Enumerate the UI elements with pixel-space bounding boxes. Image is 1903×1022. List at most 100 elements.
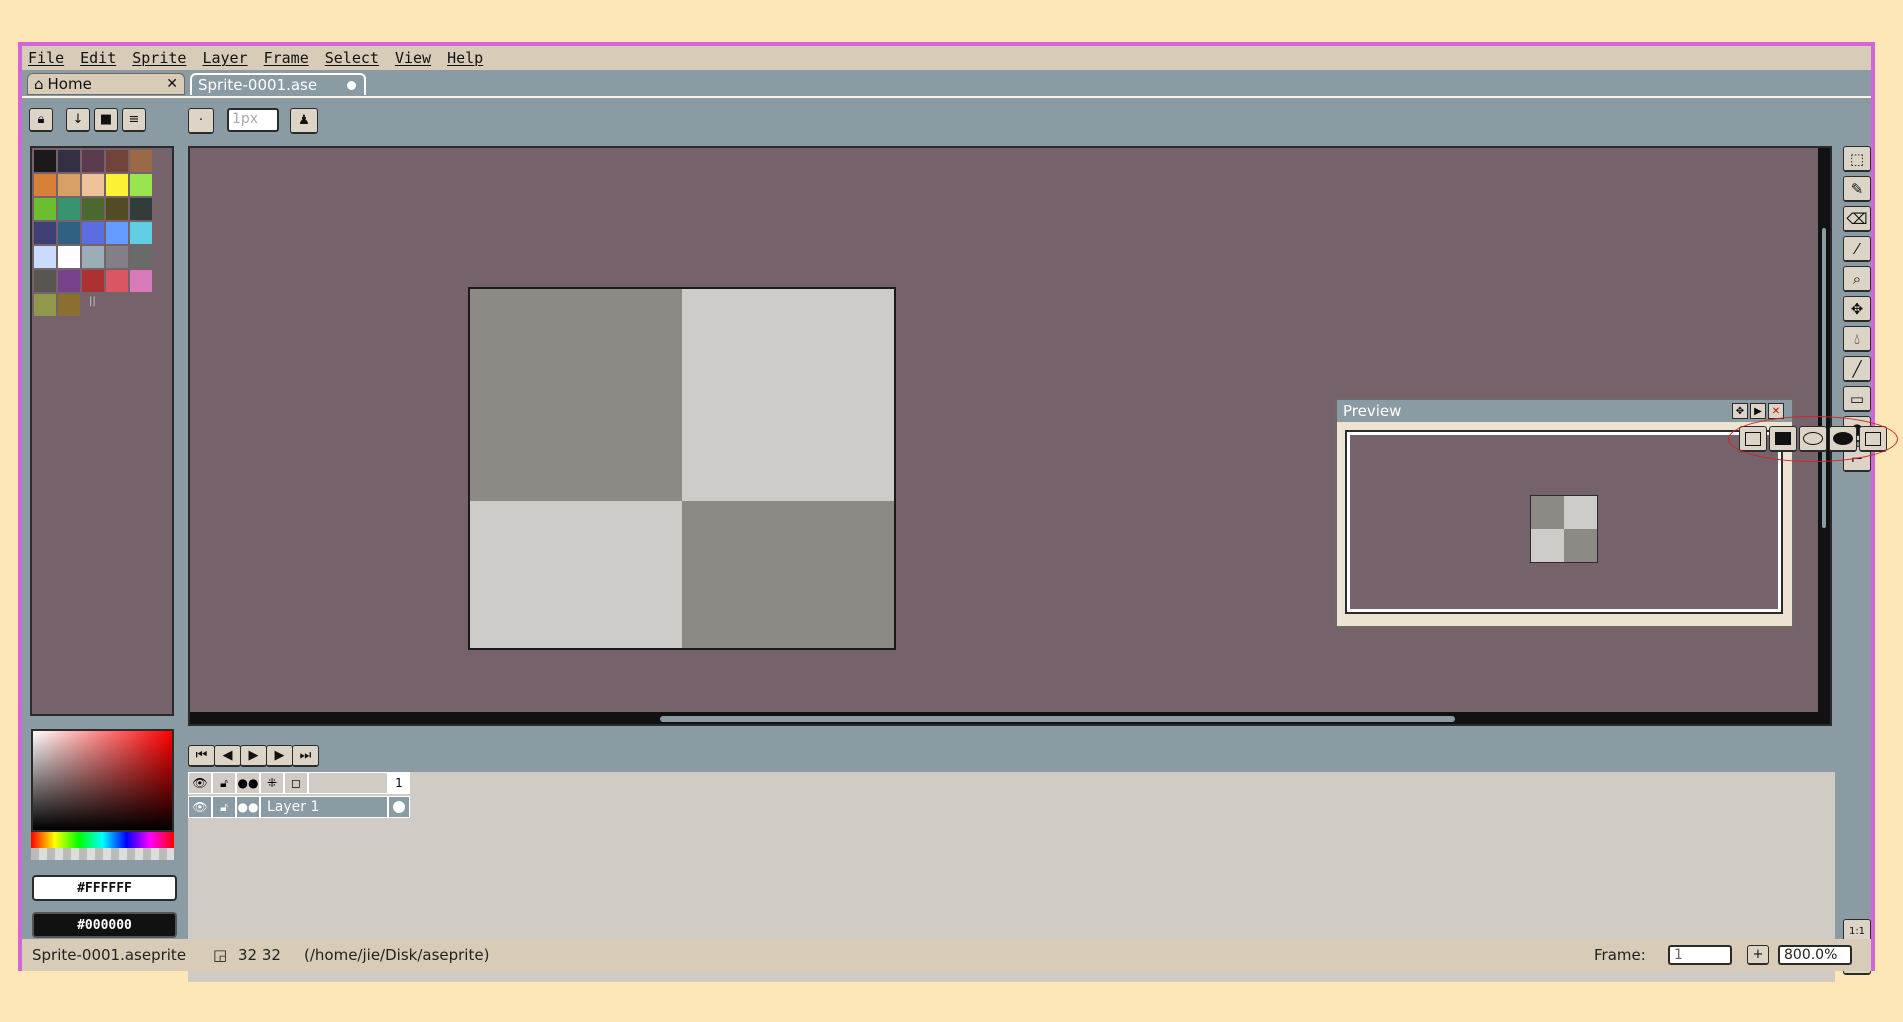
menu-view[interactable]: View: [395, 49, 431, 67]
palette-presets-button[interactable]: ■: [94, 108, 118, 132]
stroke-ellipse-button[interactable]: [1799, 426, 1827, 452]
menu-layer[interactable]: Layer: [202, 49, 247, 67]
ink-button[interactable]: ♟: [290, 108, 318, 134]
menu-frame[interactable]: Frame: [264, 49, 309, 67]
palette-swatch[interactable]: [82, 150, 104, 172]
palette-swatch[interactable]: [82, 270, 104, 292]
preview-close-button[interactable]: ✕: [1768, 403, 1784, 419]
ellipse-outline-icon: [1803, 432, 1823, 445]
brush-size-field[interactable]: 1px: [227, 108, 279, 132]
lock-palette-button[interactable]: 🔒︎: [29, 108, 53, 132]
play-button[interactable]: ▶: [240, 745, 267, 767]
tab-sprite[interactable]: Sprite-0001.ase: [190, 73, 366, 95]
onion-skin-header[interactable]: ⁜: [260, 772, 284, 794]
horizontal-scrollbar[interactable]: [190, 712, 1830, 724]
pencil-tool-button[interactable]: ✎: [1843, 176, 1871, 202]
palette-swatch[interactable]: [82, 222, 104, 244]
frame-header[interactable]: 1: [388, 772, 410, 794]
preview-center-button[interactable]: ✥: [1732, 403, 1748, 419]
zoom-tool-button[interactable]: ⌕: [1843, 266, 1871, 292]
palette-swatch[interactable]: [82, 174, 104, 196]
move-tool-button[interactable]: ✥: [1843, 296, 1871, 322]
alpha-bar[interactable]: [31, 848, 174, 860]
palette-swatch[interactable]: [58, 198, 80, 220]
color-picker[interactable]: [31, 729, 174, 832]
palette-swatch[interactable]: [58, 270, 80, 292]
fill-ellipse-button[interactable]: [1829, 426, 1857, 452]
layer-options-header[interactable]: ◻: [284, 772, 308, 794]
rectangle-tool-button[interactable]: ▭: [1843, 386, 1871, 412]
sprite-canvas[interactable]: [468, 287, 896, 650]
palette-swatch[interactable]: [130, 270, 152, 292]
palette-swatch[interactable]: [34, 294, 56, 316]
marquee-tool-button[interactable]: ⬚: [1843, 146, 1871, 172]
cel-frame-1[interactable]: [388, 796, 410, 818]
palette-swatch[interactable]: [58, 150, 80, 172]
palette-swatch[interactable]: [130, 150, 152, 172]
palette-swatch[interactable]: [130, 198, 152, 220]
palette-swatch[interactable]: [34, 174, 56, 196]
line-tool-button[interactable]: ╱: [1843, 356, 1871, 382]
layer-lock[interactable]: 🔓︎: [212, 796, 236, 818]
layer-visibility[interactable]: 👁︎: [188, 796, 212, 818]
palette-swatch[interactable]: [58, 174, 80, 196]
tab-home[interactable]: ⌂ Home ✕: [27, 73, 185, 95]
palette-swatch[interactable]: [106, 150, 128, 172]
layer-row[interactable]: 👁︎ 🔓︎ ●● Layer 1: [188, 796, 410, 818]
menu-edit[interactable]: Edit: [80, 49, 116, 67]
palette-swatch[interactable]: [34, 198, 56, 220]
zoom-field[interactable]: 800.0%: [1778, 945, 1852, 965]
layer-name[interactable]: Layer 1: [260, 796, 388, 818]
palette-swatch[interactable]: [34, 270, 56, 292]
palette-swatch[interactable]: [130, 222, 152, 244]
continuous-header[interactable]: ●●: [236, 772, 260, 794]
menu-sprite[interactable]: Sprite: [132, 49, 186, 67]
palette-swatch[interactable]: [130, 246, 152, 268]
scroll-thumb[interactable]: [660, 716, 1455, 722]
fill-tool-button[interactable]: 💧︎: [1843, 326, 1871, 352]
eyedropper-tool-button[interactable]: ⁄: [1843, 236, 1871, 262]
palette-swatch[interactable]: [106, 270, 128, 292]
frame-field[interactable]: 1: [1668, 945, 1732, 965]
palette-swatch[interactable]: [106, 222, 128, 244]
modified-dot-icon[interactable]: [347, 81, 356, 90]
background-color-field[interactable]: #000000: [32, 912, 177, 938]
palette-swatch[interactable]: [58, 246, 80, 268]
fill-rectangle-button[interactable]: [1769, 426, 1797, 452]
stroke-rectangle-button[interactable]: [1739, 426, 1767, 452]
palette-swatch[interactable]: [106, 174, 128, 196]
close-icon[interactable]: ✕: [166, 76, 178, 92]
palette-swatch[interactable]: [106, 198, 128, 220]
preview-play-button[interactable]: ▶: [1750, 403, 1766, 419]
palette-swatch[interactable]: [106, 246, 128, 268]
palette-swatch[interactable]: [82, 246, 104, 268]
hue-bar[interactable]: [31, 832, 174, 848]
resize-handle-icon[interactable]: ||: [89, 296, 96, 307]
stroke-rectangle-alt-button[interactable]: [1859, 426, 1887, 452]
menu-select[interactable]: Select: [325, 49, 379, 67]
palette-swatch[interactable]: [58, 222, 80, 244]
previous-frame-button[interactable]: ◀: [214, 745, 241, 767]
frame-label: Frame:: [1594, 946, 1646, 964]
menu-help[interactable]: Help: [447, 49, 483, 67]
palette-swatch[interactable]: [34, 246, 56, 268]
palette-swatch[interactable]: [130, 174, 152, 196]
lock-header[interactable]: 🔓︎: [212, 772, 236, 794]
last-frame-button[interactable]: ⏭: [292, 745, 319, 767]
next-frame-button[interactable]: ▶: [266, 745, 293, 767]
layer-continuous[interactable]: ●●: [236, 796, 260, 818]
brush-type-button[interactable]: ·: [188, 108, 214, 134]
visibility-header[interactable]: 👁︎: [188, 772, 212, 794]
foreground-color-field[interactable]: #FFFFFF: [32, 875, 177, 901]
palette-swatch[interactable]: [58, 294, 80, 316]
palette-swatch[interactable]: [34, 222, 56, 244]
palette-swatch[interactable]: [82, 198, 104, 220]
first-frame-button[interactable]: ⏮: [188, 745, 215, 767]
palette-swatch[interactable]: [34, 150, 56, 172]
new-frame-button[interactable]: +: [1747, 945, 1769, 965]
palette-sort-button[interactable]: ↓: [66, 108, 90, 132]
menu-file[interactable]: File: [28, 49, 64, 67]
eraser-tool-button[interactable]: ⌫: [1843, 206, 1871, 232]
scroll-thumb[interactable]: [1822, 228, 1826, 528]
palette-options-button[interactable]: ≡: [122, 108, 146, 132]
